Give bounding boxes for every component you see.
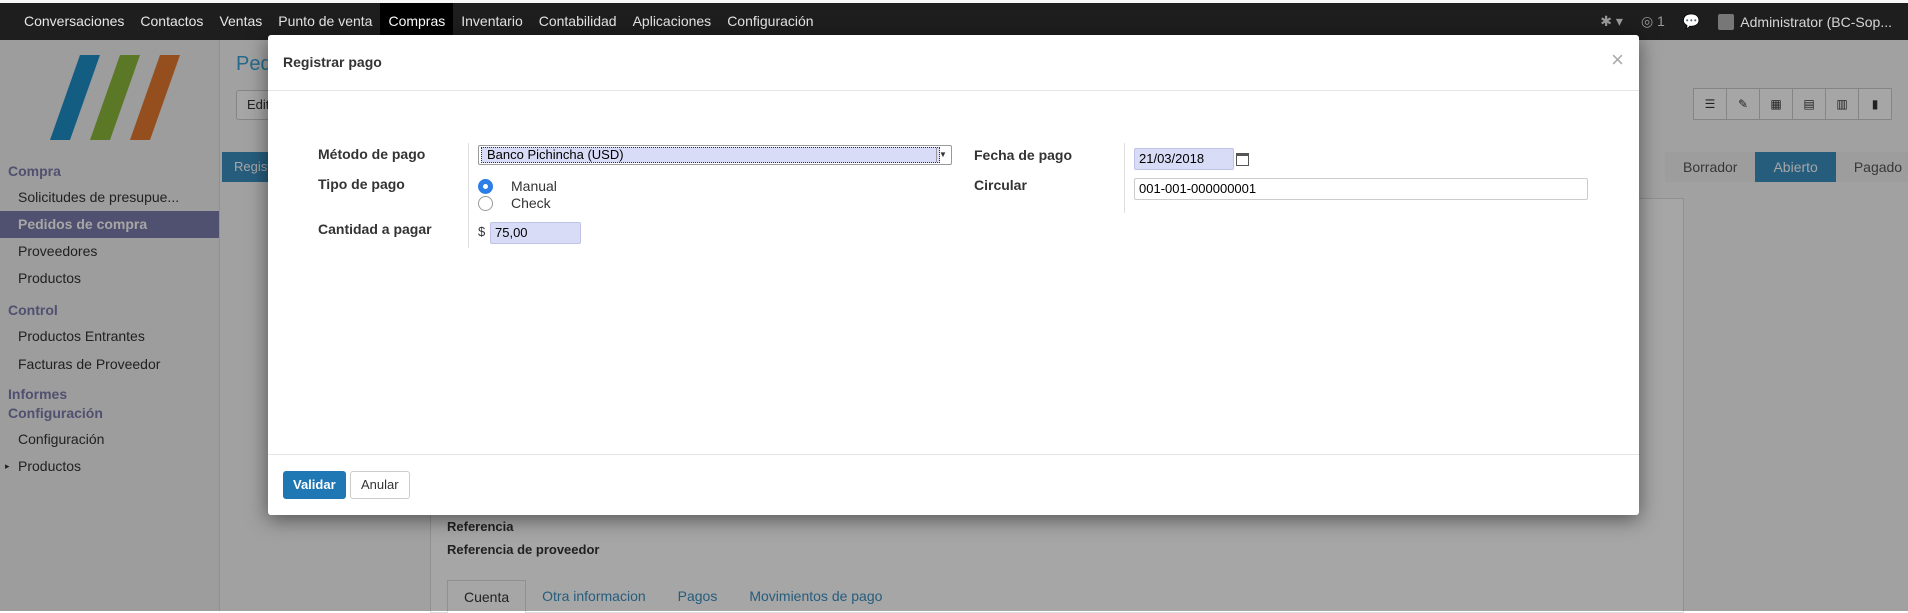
amount-input[interactable]: 75,00 — [490, 222, 581, 244]
menu-ventas[interactable]: Ventas — [211, 3, 270, 40]
menu-contactos[interactable]: Contactos — [132, 3, 211, 40]
cancel-button[interactable]: Anular — [350, 471, 410, 499]
modal-title: Registrar pago — [283, 54, 382, 70]
radio-manual[interactable] — [478, 178, 493, 194]
radio-check[interactable] — [478, 195, 493, 211]
modal-header: Registrar pago × — [268, 35, 1639, 91]
amount-label: Cantidad a pagar — [318, 221, 432, 237]
topbar-right: ✱ ▾ ◎ 1 💬 Administrator (BC-Sop... — [1600, 3, 1892, 40]
payment-method-label: Método de pago — [318, 146, 426, 162]
payment-type-check[interactable]: Check — [478, 195, 551, 211]
modal-footer: Validar Anular — [268, 454, 1639, 515]
payment-date-input[interactable]: 21/03/2018 — [1134, 148, 1234, 170]
user-menu[interactable]: Administrator (BC-Sop... — [1718, 13, 1892, 30]
payment-type-label: Tipo de pago — [318, 176, 405, 192]
activity-icon: ◎ — [1640, 13, 1654, 29]
currency-symbol: $ — [478, 224, 486, 239]
calendar-icon[interactable] — [1236, 153, 1249, 166]
payment-date-label: Fecha de pago — [974, 147, 1073, 163]
column-divider-right — [1124, 143, 1125, 213]
activity-indicator[interactable]: ◎ 1 — [1641, 13, 1665, 30]
chat-icon[interactable]: 💬 — [1683, 13, 1700, 30]
circular-input[interactable]: 001-001-000000001 — [1134, 178, 1588, 200]
top-navbar: Conversaciones Contactos Ventas Punto de… — [0, 0, 1908, 40]
close-icon[interactable]: × — [1611, 47, 1624, 73]
column-divider — [468, 143, 469, 248]
validate-button[interactable]: Validar — [283, 471, 346, 499]
activity-count: 1 — [1657, 13, 1665, 29]
chevron-down-icon: ▼ — [936, 148, 949, 162]
radio-check-label: Check — [511, 195, 551, 211]
avatar — [1718, 13, 1735, 30]
payment-method-value: Banco Pichincha (USD) — [481, 147, 940, 163]
menu-conversaciones[interactable]: Conversaciones — [16, 3, 132, 40]
payment-type-manual[interactable]: Manual — [478, 178, 557, 194]
bug-icon[interactable]: ✱ ▾ — [1600, 13, 1623, 30]
register-payment-dialog: Registrar pago × Método de pago Banco Pi… — [268, 35, 1639, 515]
user-name: Administrator (BC-Sop... — [1740, 13, 1892, 30]
payment-method-select[interactable]: Banco Pichincha (USD) ▼ — [478, 145, 952, 165]
radio-manual-label: Manual — [511, 178, 557, 194]
circular-label: Circular — [974, 177, 1027, 193]
